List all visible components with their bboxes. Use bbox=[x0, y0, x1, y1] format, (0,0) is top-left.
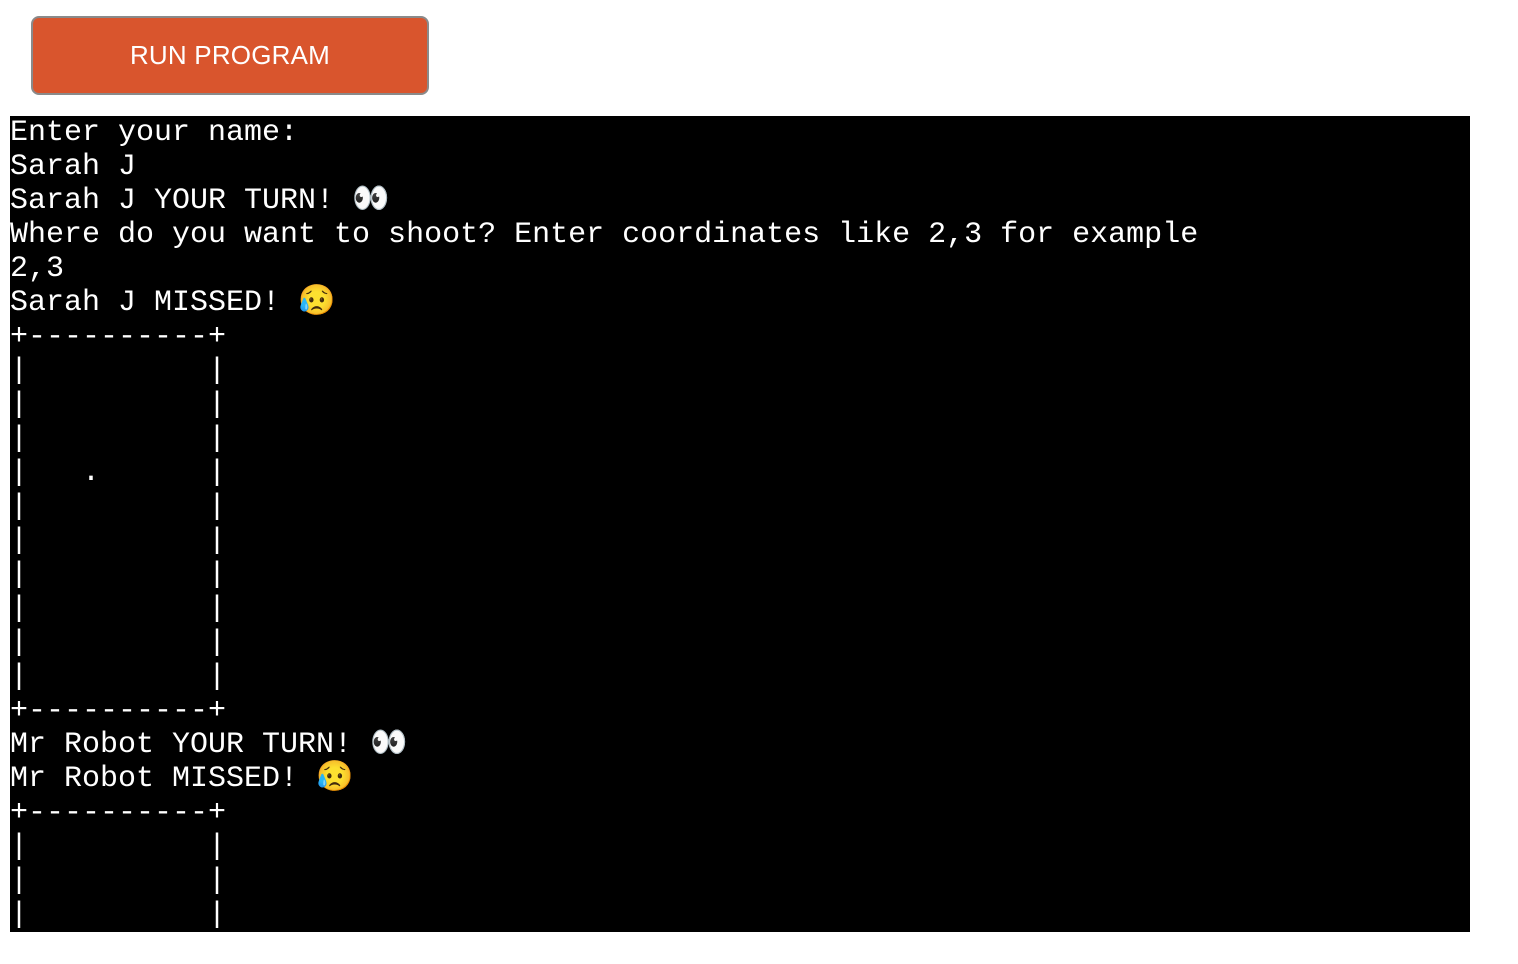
terminal-output: Enter your name: Sarah J Sarah J YOUR TU… bbox=[10, 116, 1470, 932]
board-row: | | bbox=[10, 524, 227, 558]
terminal-line: Where do you want to shoot? Enter coordi… bbox=[10, 218, 1199, 252]
board-border-top: +----------+ bbox=[10, 796, 227, 830]
board-row: | | bbox=[10, 864, 227, 898]
board-row: | | bbox=[10, 626, 227, 660]
terminal-line: Mr Robot YOUR TURN! 👀 bbox=[10, 728, 408, 762]
board-row: | | bbox=[10, 830, 227, 864]
board-border-top: +----------+ bbox=[10, 320, 227, 354]
terminal-line: 2,3 bbox=[10, 252, 65, 286]
terminal-line: Mr Robot MISSED! 😥 bbox=[10, 762, 354, 796]
board-row: | | bbox=[10, 422, 227, 456]
run-program-button[interactable]: RUN PROGRAM bbox=[31, 16, 429, 95]
terminal-line: Sarah J bbox=[10, 150, 137, 184]
board-row: | . | bbox=[10, 456, 227, 490]
terminal-line: Sarah J MISSED! 😥 bbox=[10, 286, 336, 320]
board-row: | | bbox=[10, 660, 227, 694]
board-row: | | bbox=[10, 898, 227, 932]
terminal-line: Sarah J YOUR TURN! 👀 bbox=[10, 184, 390, 218]
board-row: | | bbox=[10, 558, 227, 592]
board-row: | | bbox=[10, 490, 227, 524]
board-row: | | bbox=[10, 592, 227, 626]
board-border-bottom: +----------+ bbox=[10, 694, 227, 728]
board-row: | | bbox=[10, 388, 227, 422]
terminal-line: Enter your name: bbox=[10, 116, 299, 150]
board-row: | | bbox=[10, 354, 227, 388]
